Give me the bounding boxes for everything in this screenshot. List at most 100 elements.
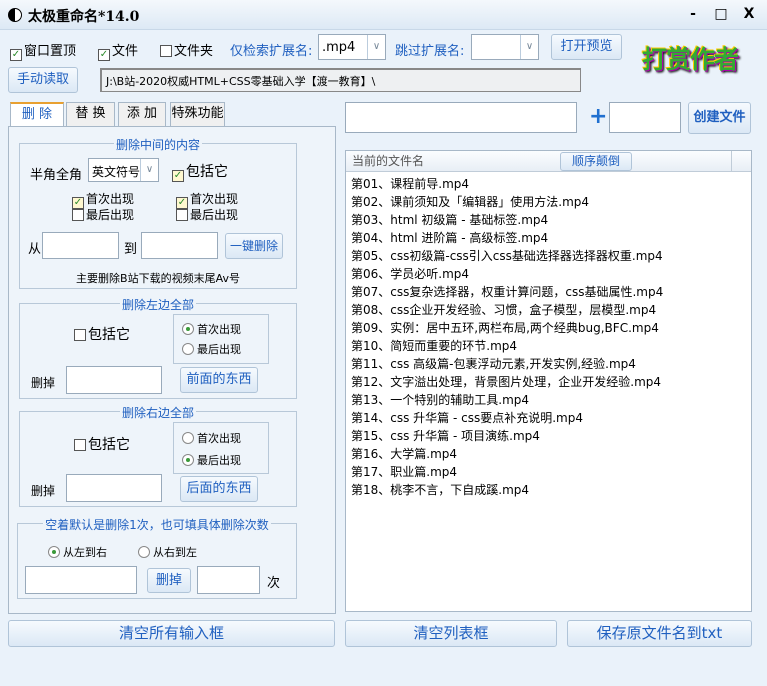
- list-item[interactable]: 第05、css初级篇-css引入css基础选择器选择器权重.mp4: [346, 247, 751, 265]
- open-preview-button[interactable]: 打开预览: [551, 34, 622, 60]
- back-stuff-button[interactable]: 后面的东西: [180, 476, 258, 502]
- left-last-checkbox[interactable]: 最后出现: [72, 206, 134, 223]
- list-item[interactable]: 第03、html 初级篇 - 基础标签.mp4: [346, 211, 751, 229]
- column-header: 当前的文件名: [352, 154, 425, 168]
- list-item[interactable]: 第10、简短而重要的环节.mp4: [346, 337, 751, 355]
- width-select[interactable]: 英文符号 ∨: [88, 158, 159, 182]
- delete-middle-group: 删除中间的内容 半角全角 英文符号 ∨ ✓ 包括它 ✓ 首次出现 最后出现 ✓ 首次出现…: [19, 138, 297, 289]
- from-input[interactable]: [42, 232, 119, 259]
- front-stuff-button[interactable]: 前面的东西: [180, 367, 258, 393]
- list-item[interactable]: 第02、课前须知及「编辑器」使用方法.mp4: [346, 193, 751, 211]
- skip-ext-label: 跳过扩展名:: [395, 44, 465, 59]
- create-file-button[interactable]: 创建文件: [688, 102, 751, 134]
- last-radio[interactable]: 最后出现: [182, 341, 241, 357]
- skip-ext-select[interactable]: ∨: [471, 34, 539, 60]
- list-item[interactable]: 第04、html 进阶篇 - 高级标签.mp4: [346, 229, 751, 247]
- group-title: 空着默认是删除1次，也可填具体删除次数: [43, 518, 271, 532]
- tab-delete[interactable]: 删 除: [10, 102, 64, 127]
- first-radio[interactable]: 首次出现: [182, 321, 241, 337]
- file-list[interactable]: 当前的文件名 顺序颠倒 第01、课程前导.mp4 第02、课前须知及「编辑器」使用…: [345, 150, 752, 612]
- delete-right-input[interactable]: [66, 474, 162, 502]
- occurrence-box: 首次出现 最后出现: [173, 314, 269, 364]
- clear-list-button[interactable]: 清空列表框: [345, 620, 557, 647]
- create-name-input[interactable]: [345, 102, 577, 133]
- always-on-top-checkbox[interactable]: ✓ 窗口置顶: [10, 40, 76, 61]
- rtl-radio[interactable]: 从右到左: [138, 544, 197, 560]
- only-ext-label: 仅检索扩展名:: [230, 44, 313, 59]
- list-item[interactable]: 第18、桃李不言，下自成蹊.mp4: [346, 481, 751, 499]
- checkbox-checked-icon: ✓: [172, 170, 184, 182]
- list-item[interactable]: 第06、学员必听.mp4: [346, 265, 751, 283]
- right-last-checkbox[interactable]: 最后出现: [176, 206, 238, 223]
- remove-label: 删掉: [31, 376, 56, 390]
- radio-selected-icon: [182, 323, 194, 335]
- first-radio[interactable]: 首次出现: [182, 430, 241, 446]
- include-checkbox[interactable]: ✓ 包括它: [172, 161, 228, 182]
- list-item[interactable]: 第01、课程前导.mp4: [346, 175, 751, 193]
- delete-left-group: 删除左边全部 包括它 首次出现 最后出现 删掉 前面的东西: [19, 298, 297, 399]
- radio-unselected-icon: [182, 432, 194, 444]
- times-label: 次: [267, 576, 281, 591]
- list-item[interactable]: 第08、css企业开发经验、习惯，盒子模型，层模型.mp4: [346, 301, 751, 319]
- window-title: 太极重命名*14.0: [28, 9, 140, 25]
- last-radio[interactable]: 最后出现: [182, 452, 241, 468]
- list-header: 当前的文件名 顺序颠倒: [346, 151, 751, 172]
- from-label: 从: [28, 242, 42, 257]
- list-item[interactable]: 第15、css 升华篇 - 项目演练.mp4: [346, 427, 751, 445]
- clear-inputs-button[interactable]: 清空所有输入框: [8, 620, 335, 647]
- list-item[interactable]: 第12、文字溢出处理，背景图片处理，企业开发经验.mp4: [346, 373, 751, 391]
- donate-author-logo[interactable]: 打赏作者: [642, 40, 754, 78]
- group-title: 删除中间的内容: [113, 138, 202, 152]
- save-names-button[interactable]: 保存原文件名到txt: [567, 620, 752, 647]
- group-title: 删除右边全部: [119, 406, 196, 420]
- include-checkbox[interactable]: 包括它: [74, 434, 130, 454]
- count-group: 空着默认是删除1次，也可填具体删除次数 从左到右 从右到左 删掉 次: [17, 518, 297, 599]
- ltr-radio[interactable]: 从左到右: [48, 544, 107, 560]
- include-checkbox[interactable]: 包括它: [74, 324, 130, 344]
- radio-unselected-icon: [138, 546, 150, 558]
- delete-right-group: 删除右边全部 包括它 首次出现 最后出现 删掉 后面的东西: [19, 406, 297, 507]
- only-ext-select[interactable]: .mp4 ∨: [318, 34, 386, 60]
- checkbox-unchecked-icon: [74, 439, 86, 451]
- minimize-button[interactable]: -: [684, 6, 702, 22]
- checkbox-unchecked-icon: [74, 329, 86, 341]
- count-text-input[interactable]: [25, 566, 137, 594]
- group-title: 删除左边全部: [119, 298, 196, 312]
- chevron-down-icon: ∨: [520, 35, 538, 59]
- chevron-down-icon: ∨: [367, 35, 385, 59]
- radio-unselected-icon: [182, 343, 194, 355]
- remove-label: 删掉: [31, 484, 56, 498]
- count-input[interactable]: [197, 566, 260, 594]
- folders-checkbox[interactable]: 文件夹: [160, 40, 213, 59]
- delete-count-button[interactable]: 删掉: [147, 568, 191, 593]
- checkbox-unchecked-icon: [160, 45, 172, 57]
- app-logo-icon: [8, 8, 22, 22]
- tab-special[interactable]: 特殊功能: [170, 102, 225, 126]
- path-field[interactable]: J:\B站-2020权威HTML+CSS零基础入学【渡一教育】\: [100, 68, 581, 92]
- list-item[interactable]: 第09、实例：居中五环,两栏布局,两个经典bug,BFC.mp4: [346, 319, 751, 337]
- list-item[interactable]: 第14、css 升华篇 - css要点补充说明.mp4: [346, 409, 751, 427]
- radio-selected-icon: [48, 546, 60, 558]
- tab-replace[interactable]: 替 换: [66, 102, 115, 126]
- list-item[interactable]: 第16、大学篇.mp4: [346, 445, 751, 463]
- checkbox-checked-icon: ✓: [98, 49, 110, 61]
- checkbox-unchecked-icon: [176, 209, 188, 221]
- list-item[interactable]: 第13、一个特别的辅助工具.mp4: [346, 391, 751, 409]
- one-click-delete-button[interactable]: 一键删除: [225, 233, 283, 259]
- list-item[interactable]: 第11、css 高级篇-包裹浮动元素,开发实例,经验.mp4: [346, 355, 751, 373]
- list-item[interactable]: 第17、职业篇.mp4: [346, 463, 751, 481]
- checkbox-checked-icon: ✓: [10, 49, 22, 61]
- delete-panel: 删除中间的内容 半角全角 英文符号 ∨ ✓ 包括它 ✓ 首次出现 最后出现 ✓ 首次出现…: [8, 126, 336, 614]
- maximize-button[interactable]: □: [712, 6, 730, 22]
- reverse-order-button[interactable]: 顺序颠倒: [560, 152, 632, 171]
- manual-read-button[interactable]: 手动读取: [8, 67, 78, 93]
- create-number-input[interactable]: [609, 102, 681, 133]
- width-label: 半角全角: [30, 168, 83, 183]
- to-input[interactable]: [141, 232, 218, 259]
- chevron-down-icon: ∨: [140, 159, 158, 181]
- delete-left-input[interactable]: [66, 366, 162, 394]
- close-button[interactable]: X: [740, 6, 758, 22]
- tab-add[interactable]: 添 加: [118, 102, 166, 126]
- files-checkbox[interactable]: ✓ 文件: [98, 40, 138, 61]
- list-item[interactable]: 第07、css复杂选择器，权重计算问题，css基础属性.mp4: [346, 283, 751, 301]
